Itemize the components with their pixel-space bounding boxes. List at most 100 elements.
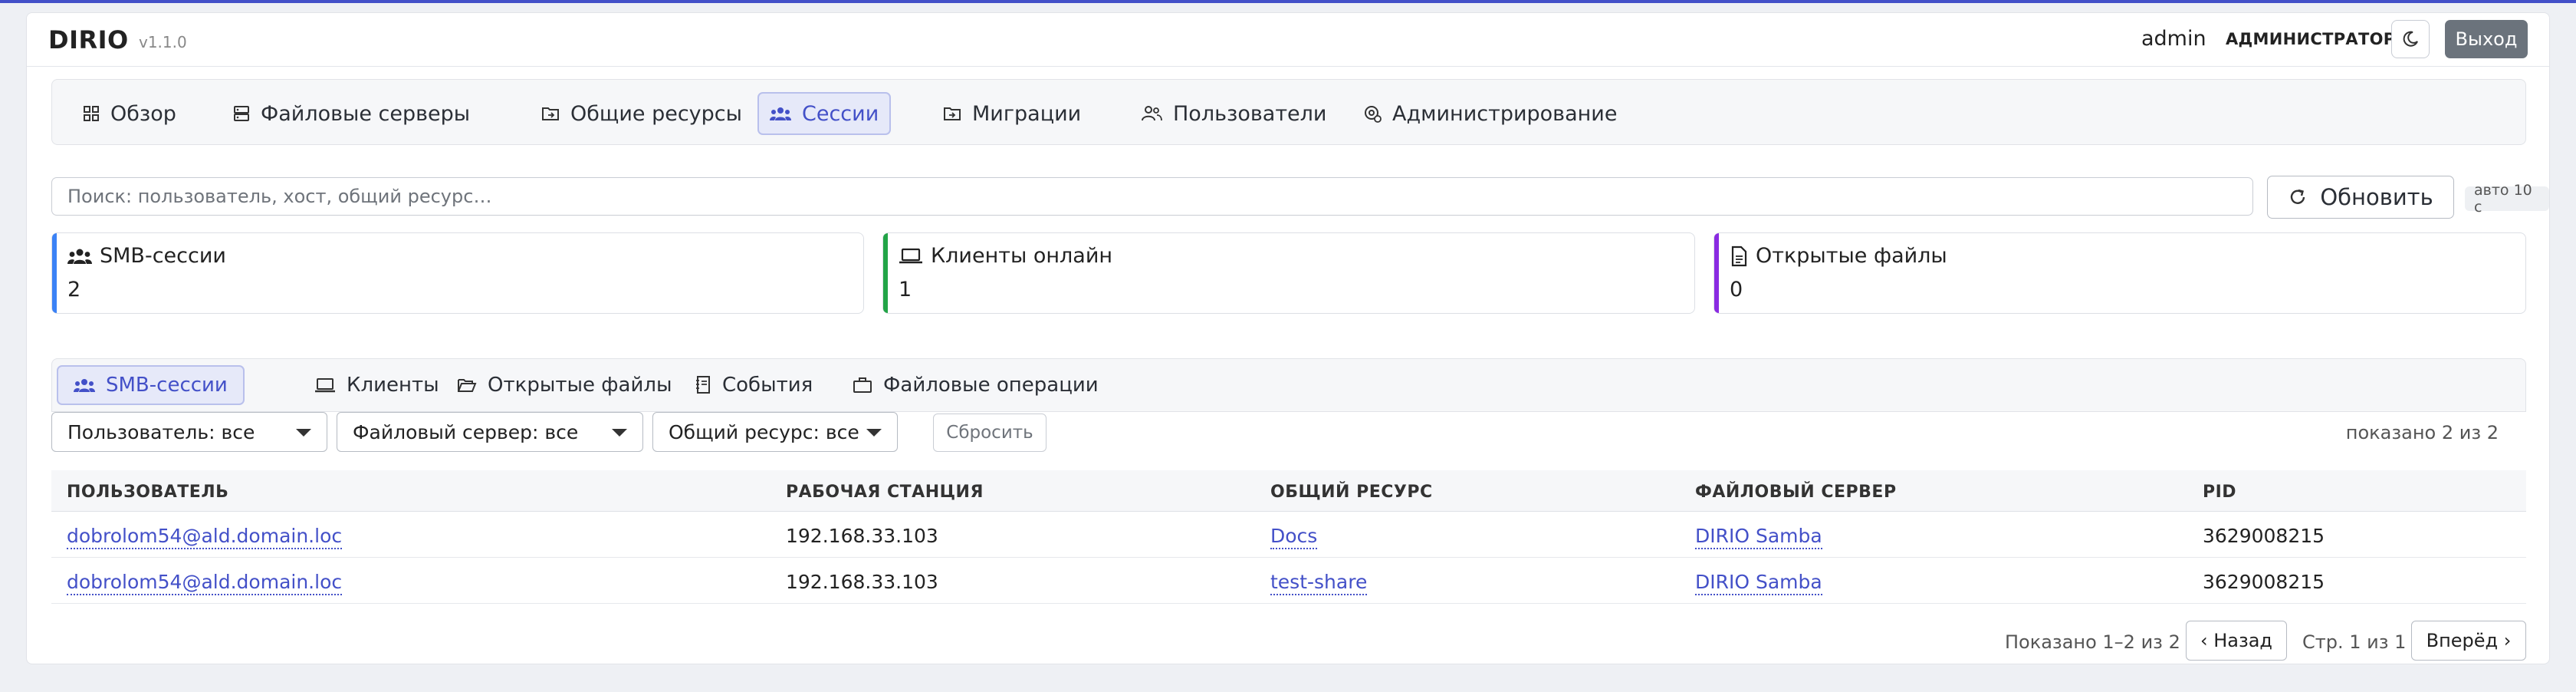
folder-open-icon bbox=[458, 379, 477, 392]
nav-label: Администрирование bbox=[1392, 101, 1618, 126]
user-role: АДМИНИСТРАТОР bbox=[2226, 30, 2396, 48]
tab-file-operations[interactable]: Файловые операции bbox=[837, 365, 1114, 405]
column-header-pid[interactable]: PID bbox=[2203, 483, 2236, 502]
refresh-label: Обновить bbox=[2320, 184, 2433, 210]
nav-item-users[interactable]: Пользователи bbox=[1130, 92, 1337, 135]
users-icon bbox=[74, 379, 95, 392]
nav-item-migrations[interactable]: Миграции bbox=[932, 92, 1092, 135]
tab-label: Файловые операции bbox=[883, 374, 1099, 397]
nav-item-overview[interactable]: Обзор bbox=[72, 92, 187, 135]
refresh-icon bbox=[2291, 189, 2305, 204]
nav-label: Файловые серверы bbox=[261, 101, 471, 126]
column-header-share[interactable]: ОБЩИЙ РЕСУРС bbox=[1270, 483, 1433, 502]
auto-refresh-badge: авто 10 с bbox=[2465, 182, 2549, 216]
server-filter-select[interactable]: Файловый сервер: все bbox=[337, 412, 643, 452]
logout-button[interactable]: Выход bbox=[2445, 20, 2528, 58]
card-title: Открытые файлы bbox=[1730, 244, 1947, 268]
prev-page-button[interactable]: ‹ Назад bbox=[2186, 621, 2287, 661]
card-accent bbox=[52, 233, 57, 313]
main-nav: Обзор Файловые серверы Общие ресурсы Сес… bbox=[51, 79, 2526, 145]
folder-share-icon bbox=[542, 107, 559, 120]
card-title-text: SMB-сессии bbox=[100, 244, 226, 268]
nav-label: Миграции bbox=[972, 101, 1082, 126]
gear-person-icon bbox=[1365, 106, 1382, 123]
refresh-button[interactable]: Обновить bbox=[2267, 176, 2454, 219]
page-indicator: Стр. 1 из 1 bbox=[2302, 631, 2407, 653]
user-link[interactable]: dobrolom54@ald.domain.loc bbox=[67, 571, 343, 595]
sessions-table: ПОЛЬЗОВАТЕЛЬ РАБОЧАЯ СТАНЦИЯ ОБЩИЙ РЕСУР… bbox=[51, 470, 2526, 604]
chevron-down-icon bbox=[296, 429, 311, 437]
briefcase-icon bbox=[853, 377, 872, 393]
header: DIRIO v1.1.0 admin АДМИНИСТРАТОР Выход bbox=[27, 13, 2549, 67]
nav-label: Сессии bbox=[802, 101, 879, 126]
stat-card-clients-online: Клиенты онлайн 1 bbox=[882, 232, 1695, 314]
user-filter-select[interactable]: Пользователь: все bbox=[51, 412, 327, 452]
column-header-server[interactable]: ФАЙЛОВЫЙ СЕРВЕР bbox=[1695, 483, 1897, 502]
users-icon bbox=[770, 107, 791, 120]
user-icon bbox=[1142, 106, 1162, 121]
column-header-user[interactable]: ПОЛЬЗОВАТЕЛЬ bbox=[67, 483, 228, 502]
tab-smb-sessions[interactable]: SMB-сессии bbox=[57, 365, 245, 405]
laptop-icon bbox=[315, 378, 335, 393]
workstation-cell: 192.168.33.103 bbox=[786, 525, 938, 547]
current-user: admin bbox=[2141, 27, 2206, 51]
chevron-down-icon bbox=[866, 429, 882, 437]
laptop-icon bbox=[899, 248, 922, 263]
session-tabs: SMB-сессии Клиенты Открытые файлы Событи… bbox=[51, 358, 2526, 412]
next-page-button[interactable]: Вперёд › bbox=[2411, 621, 2526, 661]
brand-title: DIRIO bbox=[48, 25, 129, 54]
share-link[interactable]: test-share bbox=[1270, 571, 1368, 595]
nav-item-sessions[interactable]: Сессии bbox=[757, 92, 892, 135]
workstation-cell: 192.168.33.103 bbox=[786, 571, 938, 593]
card-accent bbox=[1714, 233, 1719, 313]
stat-card-open-files: Открытые файлы 0 bbox=[1714, 232, 2526, 314]
tab-label: События bbox=[722, 374, 813, 397]
user-link[interactable]: dobrolom54@ald.domain.loc bbox=[67, 525, 343, 549]
search-input[interactable] bbox=[51, 177, 2253, 216]
chevron-down-icon bbox=[612, 429, 627, 437]
card-title-text: Открытые файлы bbox=[1756, 244, 1947, 268]
card-value: 1 bbox=[899, 278, 912, 302]
app-version: v1.1.0 bbox=[139, 33, 187, 51]
table-header: ПОЛЬЗОВАТЕЛЬ РАБОЧАЯ СТАНЦИЯ ОБЩИЙ РЕСУР… bbox=[51, 470, 2526, 512]
server-icon bbox=[234, 106, 249, 121]
user-filter-value: Пользователь: все bbox=[67, 420, 255, 443]
pid-cell: 3629008215 bbox=[2203, 525, 2325, 547]
card-title: Клиенты онлайн bbox=[899, 244, 1112, 268]
card-value: 0 bbox=[1730, 278, 1743, 302]
folder-arrow-icon bbox=[944, 107, 961, 120]
reset-filters-button[interactable]: Сбросить bbox=[933, 414, 1046, 452]
shown-count: показано 2 из 2 bbox=[2345, 422, 2499, 443]
file-icon bbox=[1731, 245, 1747, 266]
column-header-workstation[interactable]: РАБОЧАЯ СТАНЦИЯ bbox=[786, 483, 984, 502]
nav-item-shares[interactable]: Общие ресурсы bbox=[531, 92, 753, 135]
share-filter-value: Общий ресурс: все bbox=[669, 420, 859, 443]
share-link[interactable]: Docs bbox=[1270, 525, 1318, 549]
share-filter-select[interactable]: Общий ресурс: все bbox=[652, 412, 898, 452]
moon-icon bbox=[2403, 31, 2418, 47]
tab-clients[interactable]: Клиенты bbox=[299, 365, 455, 405]
app-window: DIRIO v1.1.0 admin АДМИНИСТРАТОР Выход О… bbox=[26, 12, 2550, 664]
tab-label: SMB-сессии bbox=[106, 374, 228, 397]
nav-item-file-servers[interactable]: Файловые серверы bbox=[222, 92, 481, 135]
nav-label: Общие ресурсы bbox=[570, 101, 742, 126]
card-title: SMB-сессии bbox=[67, 244, 226, 268]
pagination-summary: Показано 1–2 из 2 bbox=[2005, 631, 2180, 653]
table-row: dobrolom54@ald.domain.loc 192.168.33.103… bbox=[51, 512, 2526, 558]
server-filter-value: Файловый сервер: все bbox=[353, 420, 579, 443]
server-link[interactable]: DIRIO Samba bbox=[1695, 525, 1822, 549]
card-value: 2 bbox=[67, 278, 81, 302]
grid-icon bbox=[84, 106, 99, 121]
journal-icon bbox=[696, 376, 710, 394]
theme-toggle-button[interactable] bbox=[2391, 20, 2430, 58]
tab-events[interactable]: События bbox=[679, 365, 828, 405]
server-link[interactable]: DIRIO Samba bbox=[1695, 571, 1822, 595]
table-row: dobrolom54@ald.domain.loc 192.168.33.103… bbox=[51, 558, 2526, 604]
pid-cell: 3629008215 bbox=[2203, 571, 2325, 593]
users-icon bbox=[67, 249, 92, 264]
tab-label: Открытые файлы bbox=[488, 374, 672, 397]
tab-open-files[interactable]: Открытые файлы bbox=[442, 365, 688, 405]
top-accent-line bbox=[0, 0, 2576, 3]
nav-item-administration[interactable]: Администрирование bbox=[1352, 92, 1628, 135]
nav-label: Обзор bbox=[110, 101, 176, 126]
